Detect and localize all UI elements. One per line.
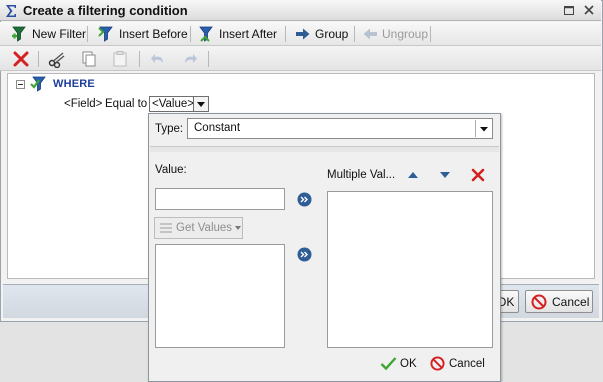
multiple-values-label: Multiple Val... — [327, 169, 396, 181]
ungroup-button[interactable]: Ungroup — [362, 24, 428, 44]
dialog-title: Create a filtering condition — [23, 3, 188, 18]
toolbar-separator — [139, 51, 140, 67]
new-filter-label: New Filter — [32, 27, 87, 41]
value-input[interactable] — [155, 188, 285, 210]
move-down-icon[interactable] — [437, 167, 453, 183]
insert-after-button[interactable]: Insert After — [197, 24, 277, 44]
filter-check-icon — [30, 75, 48, 93]
multiple-values-list[interactable] — [327, 191, 493, 348]
filter-plus-icon — [10, 25, 28, 43]
insert-before-button[interactable]: Insert Before — [97, 24, 188, 44]
group-button[interactable]: Group — [295, 24, 348, 44]
app-sigma-icon — [4, 3, 18, 19]
group-label: Group — [315, 27, 349, 41]
add-selected-icon[interactable] — [297, 247, 312, 262]
toolbar-separator — [354, 26, 355, 42]
ungroup-arrow-icon — [362, 27, 378, 41]
type-dropdown-arrow[interactable] — [475, 120, 491, 137]
move-up-icon[interactable] — [405, 167, 421, 183]
toolbar-separator — [430, 26, 431, 42]
toolbar-separator — [38, 51, 39, 67]
collapse-icon[interactable] — [16, 80, 25, 89]
remove-value-icon[interactable] — [470, 167, 486, 183]
popup-ok-label: OK — [400, 357, 417, 370]
filter-insert-after-icon — [197, 25, 215, 43]
condition-field[interactable]: <Field> — [64, 98, 102, 110]
available-values-list[interactable] — [155, 244, 285, 348]
cancel-icon — [531, 294, 547, 310]
list-icon — [159, 221, 173, 235]
filter-insert-before-icon — [97, 25, 115, 43]
type-select-value: Constant — [194, 122, 241, 134]
close-icon[interactable] — [583, 4, 595, 16]
cancel-label: Cancel — [552, 294, 590, 309]
scissors-icon[interactable] — [48, 50, 66, 68]
popup-ok-button[interactable]: OK — [380, 356, 417, 371]
toolbar-separator — [87, 26, 88, 42]
where-node[interactable]: WHERE — [53, 78, 95, 90]
delete-x-icon[interactable] — [12, 50, 30, 68]
condition-operator[interactable]: Equal to — [105, 98, 147, 110]
maximize-icon[interactable] — [563, 4, 575, 16]
chevron-down-icon — [235, 225, 242, 231]
get-values-label: Get Values — [176, 222, 233, 234]
type-label: Type: — [155, 123, 184, 135]
ungroup-label: Ungroup — [382, 27, 429, 41]
insert-before-label: Insert Before — [119, 27, 188, 41]
group-arrow-icon — [295, 27, 311, 41]
paste-icon[interactable] — [111, 50, 129, 68]
toolbar-separator — [285, 26, 286, 42]
popup-cancel-label: Cancel — [449, 357, 485, 370]
value-dropdown-button[interactable] — [193, 96, 209, 112]
toolbar-separator — [208, 51, 209, 67]
insert-after-label: Insert After — [219, 27, 278, 41]
cancel-button[interactable]: Cancel — [525, 290, 593, 313]
get-values-button[interactable]: Get Values — [154, 217, 243, 239]
condition-value[interactable]: <Value> — [149, 96, 197, 112]
popup-divider — [150, 146, 499, 152]
checkmark-icon — [380, 356, 397, 371]
new-filter-button[interactable]: New Filter — [10, 24, 86, 44]
add-to-list-icon[interactable] — [297, 192, 312, 207]
popup-cancel-button[interactable]: Cancel — [430, 356, 485, 371]
redo-icon[interactable] — [180, 50, 198, 68]
cancel-icon — [430, 356, 445, 371]
value-label: Value: — [155, 164, 187, 176]
undo-icon[interactable] — [150, 50, 168, 68]
copy-icon[interactable] — [80, 50, 98, 68]
toolbar-separator — [190, 26, 191, 42]
